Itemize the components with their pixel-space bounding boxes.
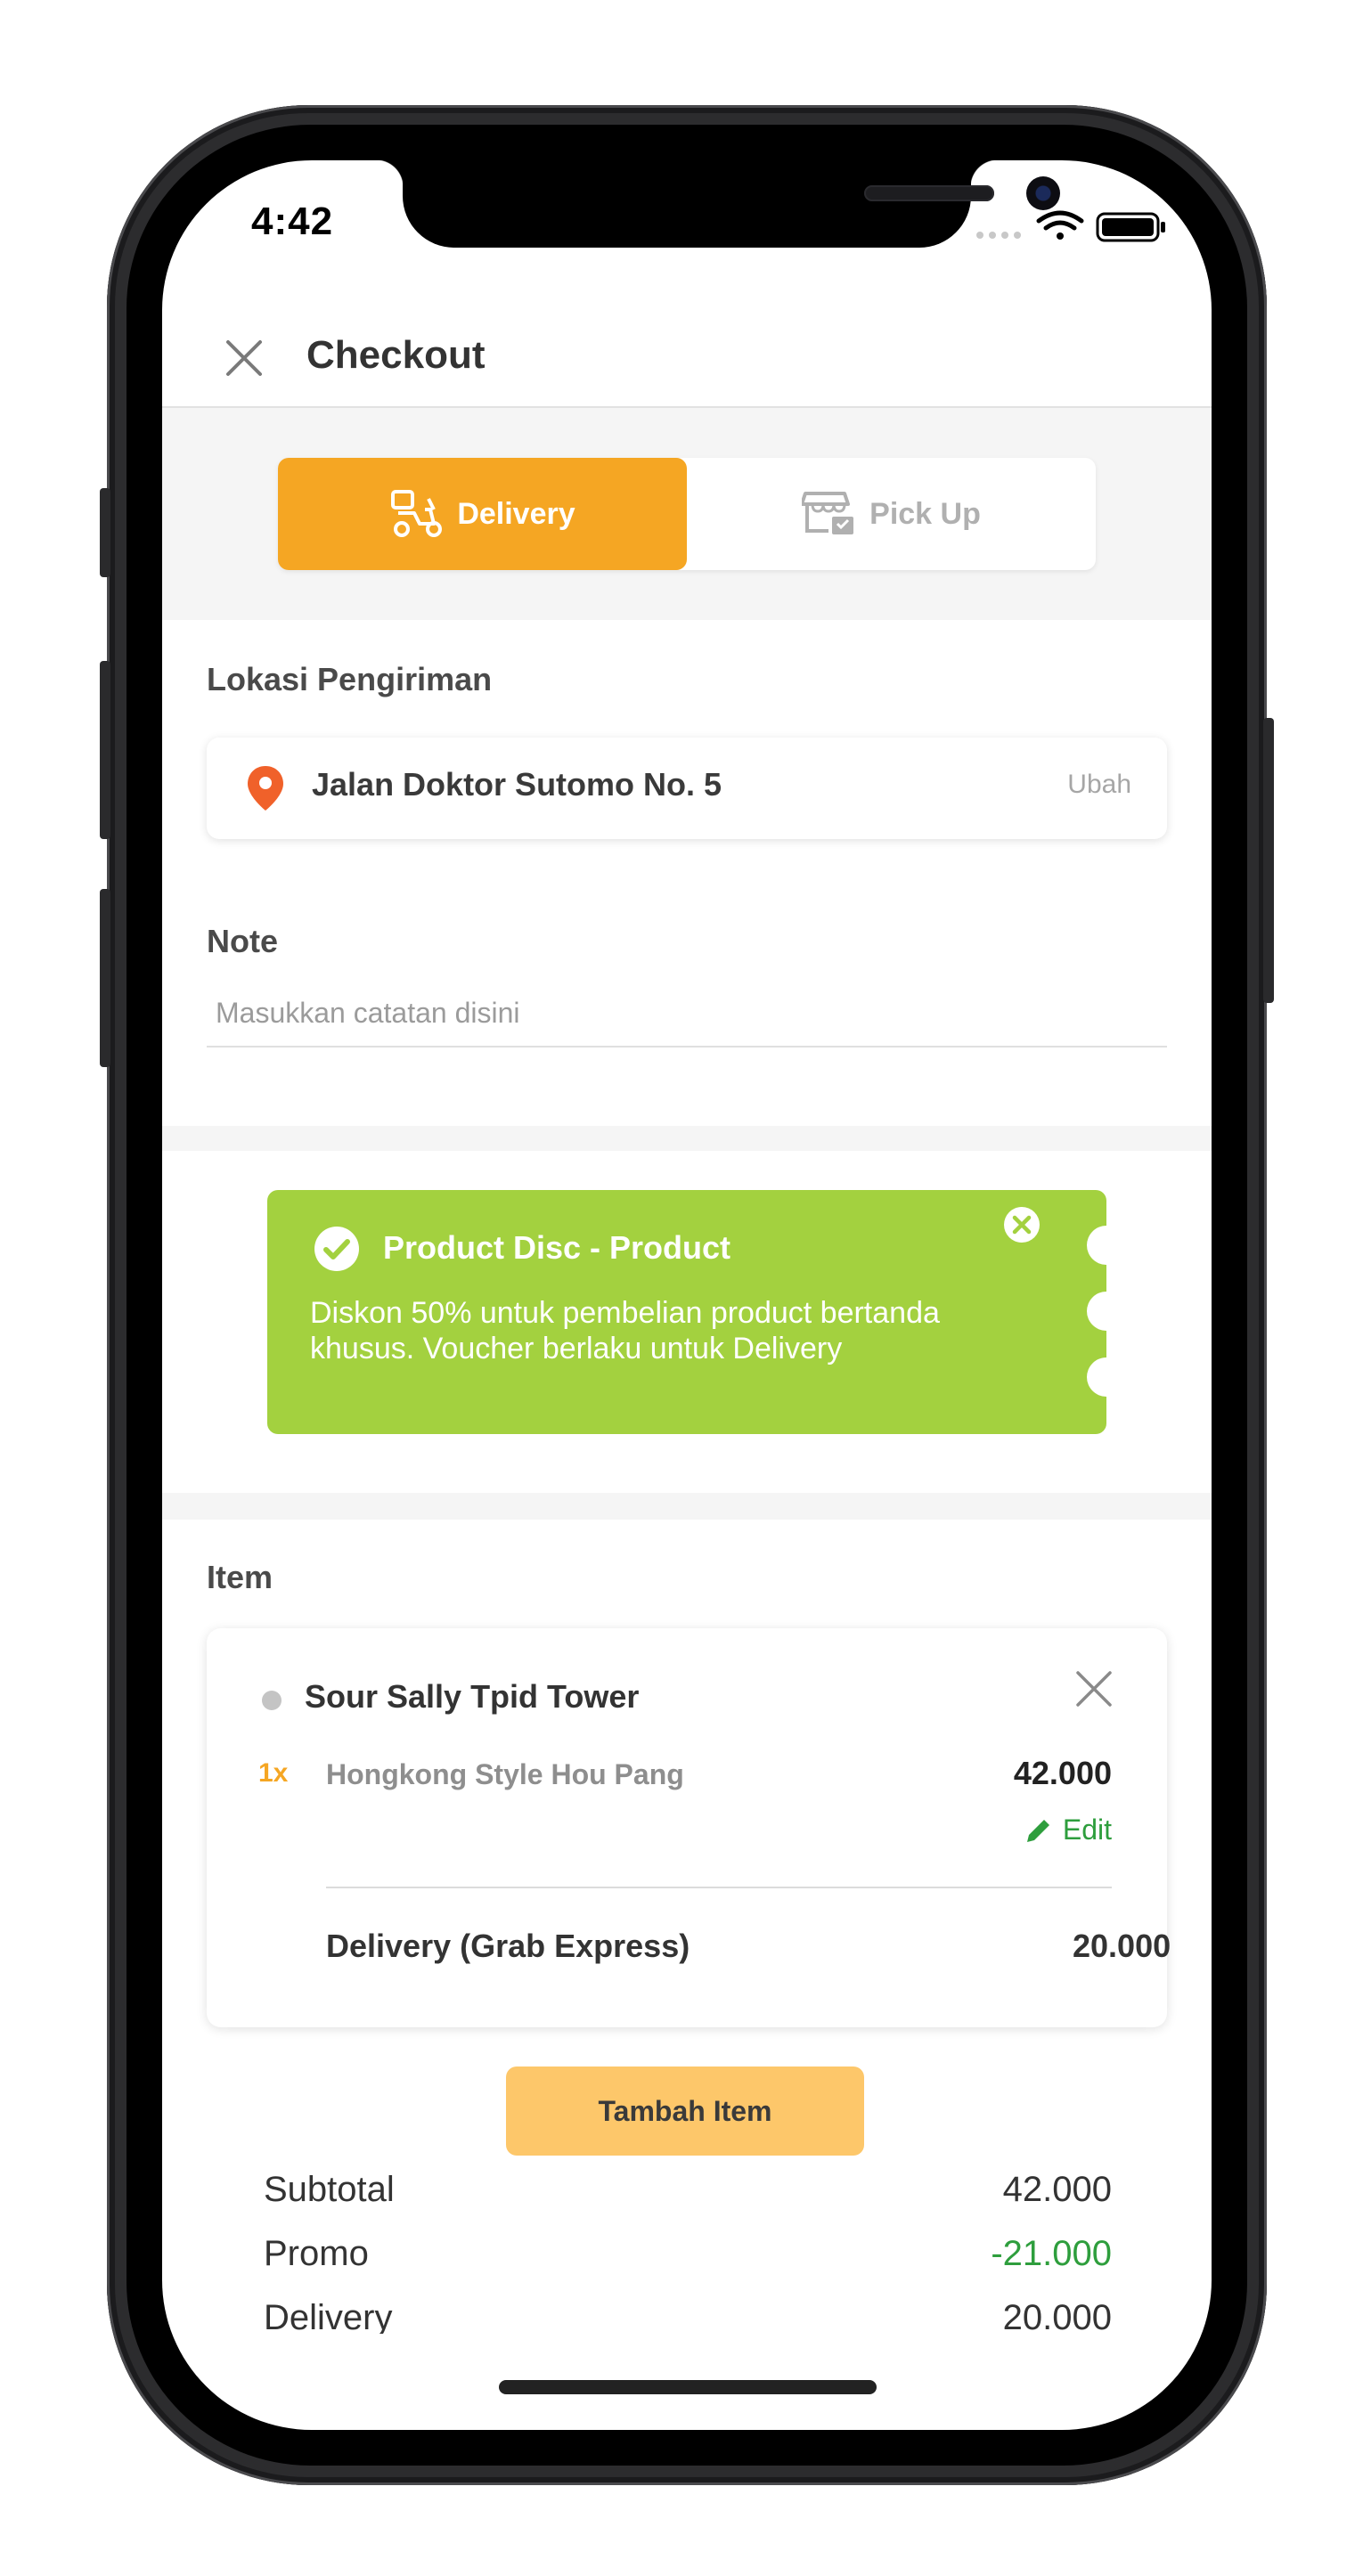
voucher-card[interactable]: Product Disc - Product Diskon 50% untuk … [267,1190,1106,1434]
scooter-icon [391,490,443,537]
signal-icon [976,232,1021,239]
summary-label: Subtotal [264,2170,395,2209]
store-dot [262,1691,282,1710]
summary-value-promo: -21.000 [991,2234,1112,2273]
section-divider [162,1126,1212,1151]
tab-pick-up[interactable]: Pick Up [687,458,1096,570]
item-quantity: 1x [258,1758,289,1788]
voucher-notch [1087,1292,1106,1331]
change-address-link[interactable]: Ubah [1067,770,1131,800]
voucher-notch [1087,1357,1106,1397]
close-icon[interactable] [223,337,265,379]
phone-screen: 4:42 Checkout Delivery Pick Up Lokasi Pe… [162,160,1212,2430]
edit-item-button[interactable]: Edit [1024,1814,1112,1846]
section-divider [162,1493,1212,1520]
location-pin-icon [248,766,283,811]
note-section-label: Note [207,923,278,959]
summary-value: 42.000 [1002,2170,1112,2209]
status-time: 4:42 [251,200,334,243]
app-header: Checkout [162,312,1212,408]
location-card[interactable]: Jalan Doktor Sutomo No. 5 Ubah [207,738,1167,839]
front-camera [1026,176,1060,210]
summary-row-delivery: Delivery 20.000 [264,2298,1112,2334]
order-item-card: Sour Sally Tpid Tower 1x Hongkong Style … [207,1628,1171,2027]
earpiece-speaker [864,185,994,201]
edit-label: Edit [1062,1814,1112,1846]
voucher-title: Product Disc - Product [383,1229,731,1266]
note-input[interactable] [207,980,1167,1048]
power-button [1263,718,1274,1003]
location-section-label: Lokasi Pengiriman [207,661,493,697]
mute-switch [100,488,110,577]
status-icons [976,210,1165,242]
voucher-description: Diskon 50% untuk pembelian product berta… [310,1296,940,1365]
delivery-fee-value: 20.000 [1073,1928,1171,1964]
home-indicator[interactable] [499,2380,877,2394]
store-name: Sour Sally Tpid Tower [305,1678,640,1715]
delivery-method-toggle: Delivery Pick Up [278,458,1096,570]
divider [326,1887,1112,1888]
summary-value: 20.000 [1002,2298,1112,2334]
item-section-label: Item [207,1559,273,1595]
tab-delivery[interactable]: Delivery [278,458,687,570]
summary-label: Promo [264,2234,369,2273]
delivery-method-area: Delivery Pick Up [162,408,1212,620]
volume-up-button [100,661,110,839]
tab-delivery-label: Delivery [457,496,575,531]
page-title: Checkout [306,333,486,377]
close-icon[interactable] [1074,1669,1114,1708]
battery-icon [1096,212,1165,242]
product-price: 42.000 [1013,1755,1112,1791]
product-name: Hongkong Style Hou Pang [326,1758,684,1790]
voucher-notch [1087,1226,1106,1265]
wifi-icon [1036,210,1084,240]
check-circle-icon [314,1227,359,1271]
tab-pick-up-label: Pick Up [869,496,981,531]
store-icon [802,492,854,534]
notch [376,160,1060,248]
summary-label: Delivery [264,2298,393,2334]
remove-voucher-icon[interactable] [1003,1206,1041,1243]
pencil-icon [1026,1819,1049,1842]
volume-down-button [100,889,110,1067]
delivery-address: Jalan Doktor Sutomo No. 5 [312,766,722,803]
delivery-fee-label: Delivery (Grab Express) [326,1928,690,1964]
add-item-button[interactable]: Tambah Item [506,2067,864,2156]
